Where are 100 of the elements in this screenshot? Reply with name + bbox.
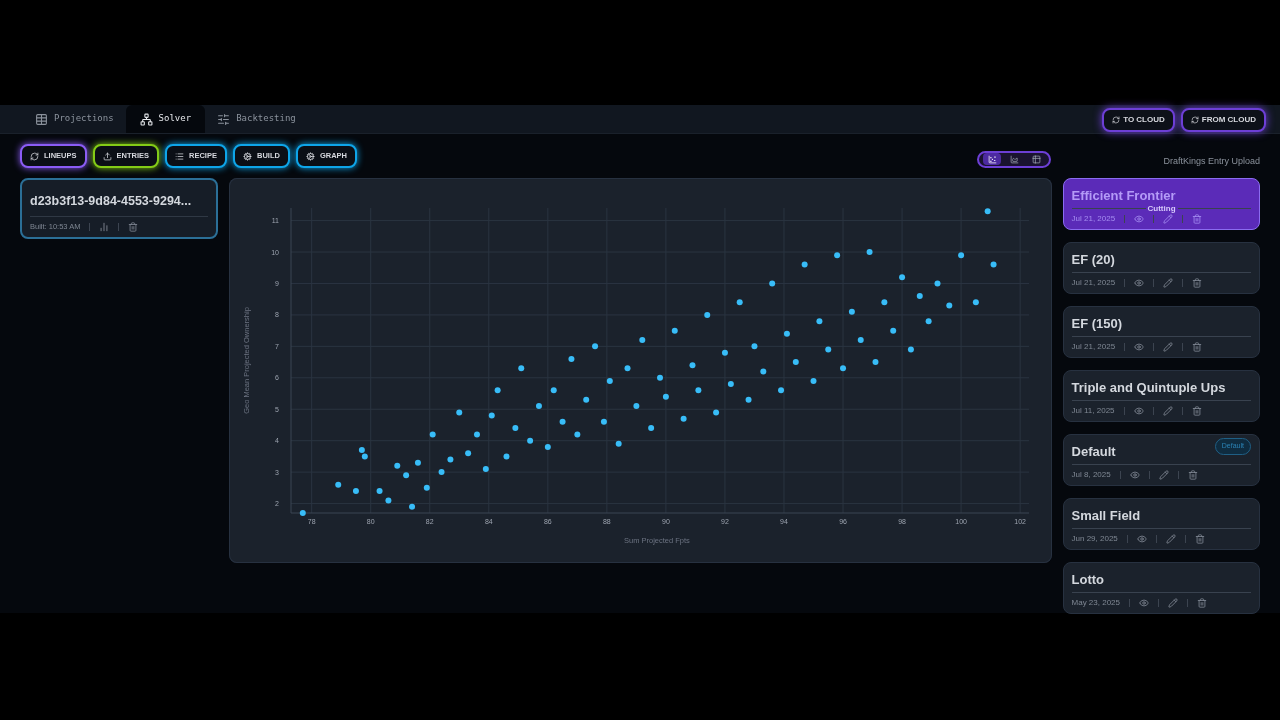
view-icon[interactable] bbox=[1134, 278, 1145, 288]
table-icon bbox=[1031, 154, 1041, 164]
data-point bbox=[647, 425, 654, 432]
data-point bbox=[550, 387, 557, 394]
view-icon[interactable] bbox=[1136, 534, 1147, 544]
data-point bbox=[632, 403, 639, 410]
data-point bbox=[925, 318, 932, 325]
recipe-name: EF (20) bbox=[1071, 251, 1115, 269]
tab[interactable]: Projections bbox=[27, 105, 122, 133]
data-point bbox=[414, 459, 421, 466]
data-point bbox=[694, 387, 701, 394]
data-point bbox=[376, 488, 383, 494]
data-point bbox=[984, 208, 991, 215]
data-point bbox=[517, 365, 524, 372]
data-point bbox=[957, 252, 964, 259]
data-point bbox=[889, 327, 896, 334]
recipe-name: Lotto bbox=[1071, 571, 1104, 589]
cloud-button[interactable]: FROM CLOUD bbox=[1180, 108, 1266, 132]
data-point bbox=[408, 503, 415, 510]
data-point bbox=[824, 346, 831, 353]
table-icon bbox=[35, 112, 48, 126]
sync-icon bbox=[1190, 116, 1199, 124]
edit-icon[interactable] bbox=[1168, 598, 1178, 608]
recipe-date: Jul 21, 2025 bbox=[1071, 213, 1116, 225]
tab[interactable]: Backtesting bbox=[209, 105, 304, 133]
recipe-card[interactable]: Triple and Quintuple Ups Jul 11, 2025 bbox=[1062, 370, 1260, 422]
data-point bbox=[656, 374, 663, 381]
delete-icon[interactable] bbox=[1191, 406, 1202, 416]
view-icon[interactable] bbox=[1139, 598, 1149, 608]
recipe-name: Triple and Quintuple Ups bbox=[1071, 379, 1226, 397]
data-point bbox=[606, 377, 613, 384]
sliders-icon bbox=[217, 112, 231, 126]
recipe-name: Default bbox=[1071, 443, 1116, 461]
recipe-card[interactable]: Small Field Jun 29, 2025 bbox=[1062, 498, 1260, 550]
delete-icon[interactable] bbox=[1197, 598, 1207, 608]
data-point bbox=[745, 396, 752, 403]
recipe-name: Small Field bbox=[1071, 507, 1141, 525]
data-point bbox=[494, 387, 501, 394]
recipe-card[interactable]: Efficient Frontier Jul 21, 2025 Cutting bbox=[1062, 178, 1260, 230]
data-point bbox=[777, 387, 784, 394]
view-icon[interactable] bbox=[1134, 342, 1145, 352]
edit-icon[interactable] bbox=[1163, 278, 1174, 288]
data-point bbox=[866, 249, 873, 255]
data-point bbox=[615, 440, 622, 447]
data-point bbox=[680, 415, 687, 422]
network-icon bbox=[139, 112, 153, 126]
data-point bbox=[582, 396, 589, 403]
edit-icon[interactable] bbox=[1165, 534, 1176, 544]
data-point bbox=[600, 418, 607, 425]
upload-icon bbox=[102, 151, 112, 161]
recipe-card[interactable]: Lotto May 23, 2025 bbox=[1062, 562, 1260, 614]
data-point bbox=[567, 355, 574, 362]
data-point bbox=[423, 484, 430, 491]
data-point bbox=[662, 393, 669, 400]
upload-label: DraftKings Entry Upload bbox=[1163, 155, 1260, 169]
cloud-button[interactable]: TO CLOUD bbox=[1102, 108, 1175, 132]
data-point bbox=[833, 252, 840, 259]
data-point bbox=[934, 280, 940, 287]
data-point bbox=[624, 365, 631, 372]
data-point bbox=[352, 488, 359, 494]
refresh-icon bbox=[30, 151, 39, 161]
data-point bbox=[559, 418, 566, 425]
data-point bbox=[402, 472, 409, 479]
view-icon[interactable] bbox=[1134, 214, 1145, 224]
delete-icon[interactable] bbox=[1187, 470, 1198, 480]
recipe-date: May 23, 2025 bbox=[1071, 597, 1120, 609]
data-point bbox=[712, 409, 719, 416]
data-point bbox=[689, 362, 695, 369]
data-point bbox=[857, 337, 864, 344]
drag-label: Cutting bbox=[1145, 204, 1178, 213]
edit-icon[interactable] bbox=[1158, 470, 1169, 480]
data-point bbox=[455, 409, 462, 416]
view-option[interactable] bbox=[983, 153, 1001, 165]
delete-icon[interactable] bbox=[1192, 342, 1203, 352]
recipe-card[interactable]: EF (20) Jul 21, 2025 bbox=[1062, 242, 1260, 294]
recipe-card[interactable]: EF (150) Jul 21, 2025 bbox=[1062, 306, 1260, 358]
data-point bbox=[573, 431, 580, 438]
data-point bbox=[482, 466, 489, 472]
recipe-date: Jul 21, 2025 bbox=[1071, 277, 1116, 289]
data-point bbox=[736, 299, 743, 306]
bar-chart-icon[interactable] bbox=[99, 221, 110, 232]
delete-icon[interactable] bbox=[128, 221, 139, 232]
edit-icon[interactable] bbox=[1163, 214, 1174, 224]
data-point bbox=[473, 431, 480, 438]
recipe-name: Efficient Frontier bbox=[1071, 187, 1176, 205]
data-point bbox=[751, 343, 757, 350]
delete-icon[interactable] bbox=[1194, 534, 1205, 544]
data-point bbox=[591, 343, 598, 350]
data-point bbox=[990, 261, 997, 268]
data-point bbox=[488, 412, 495, 419]
view-icon[interactable] bbox=[1133, 406, 1144, 416]
data-point bbox=[503, 453, 510, 460]
edit-icon[interactable] bbox=[1162, 406, 1173, 416]
delete-icon[interactable] bbox=[1192, 278, 1203, 288]
edit-icon[interactable] bbox=[1163, 342, 1174, 352]
data-point bbox=[511, 425, 518, 432]
view-icon[interactable] bbox=[1129, 470, 1140, 480]
tab[interactable]: Solver bbox=[125, 105, 206, 133]
delete-icon[interactable] bbox=[1192, 214, 1203, 224]
data-point bbox=[916, 293, 923, 300]
